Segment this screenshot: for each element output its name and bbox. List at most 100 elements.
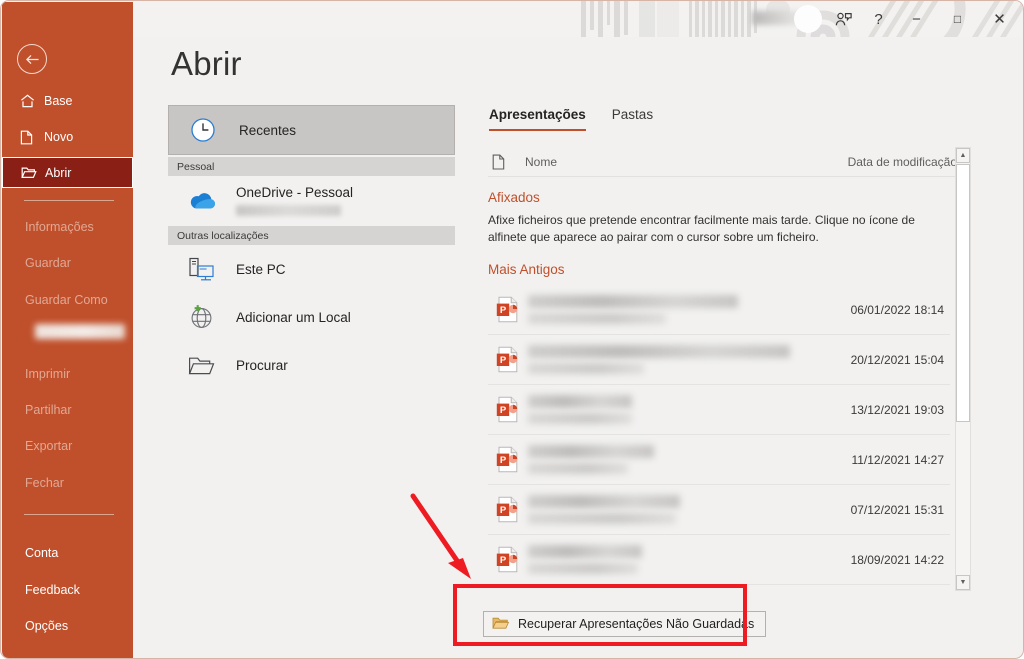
- help-glyph: ?: [874, 10, 883, 28]
- sidebar-item-label: Opções: [25, 619, 69, 633]
- sidebar-item-abrir[interactable]: Abrir: [2, 157, 133, 188]
- sidebar-item-partilhar[interactable]: Partilhar: [2, 395, 133, 425]
- onedrive-account-redacted: [236, 204, 341, 216]
- places-group-pessoal: Pessoal: [168, 157, 455, 176]
- sidebar-item-exportar[interactable]: Exportar: [2, 431, 133, 461]
- sidebar-item-label: Base: [44, 94, 73, 108]
- sidebar-item-label: Informações: [25, 220, 94, 234]
- clock-icon: [187, 117, 218, 143]
- sidebar-item-guardar[interactable]: Guardar: [2, 248, 133, 278]
- table-row[interactable]: P 13/12/2021 19:03: [488, 385, 950, 435]
- place-label: Recentes: [239, 122, 297, 138]
- scroll-up-icon[interactable]: ▲: [956, 148, 970, 163]
- powerpoint-file-icon: P: [488, 346, 528, 373]
- powerpoint-file-icon: P: [488, 396, 528, 423]
- sidebar-item-imprimir[interactable]: Imprimir: [2, 359, 133, 389]
- places-panel: Recentes Pessoal OneDrive - Pessoal Outr…: [168, 105, 455, 389]
- sidebar-divider-top: [24, 200, 114, 201]
- svg-text:P: P: [500, 355, 507, 366]
- scroll-down-icon[interactable]: ▼: [956, 575, 970, 590]
- annotation-arrow: [410, 493, 471, 579]
- file-name-redacted: [528, 445, 851, 474]
- sidebar-item-guardar-como[interactable]: Guardar Como: [2, 285, 133, 315]
- sidebar-item-base[interactable]: Base: [2, 86, 133, 116]
- svg-text:P: P: [500, 305, 507, 316]
- sidebar-divider-bottom: [24, 514, 114, 515]
- sidebar-item-label: Guardar: [25, 256, 71, 270]
- sidebar-item-label: Imprimir: [25, 367, 71, 381]
- minimize-icon[interactable]: −: [894, 1, 939, 37]
- title-bar: ? − □ ✕: [1, 1, 1023, 37]
- svg-text:P: P: [500, 555, 507, 566]
- sidebar-item-informacoes[interactable]: Informações: [2, 212, 133, 242]
- sidebar-item-novo[interactable]: Novo: [2, 122, 133, 152]
- table-row[interactable]: P 18/09/2021 14:22: [488, 535, 950, 585]
- browse-folder-icon: [186, 355, 217, 376]
- powerpoint-file-icon: P: [488, 446, 528, 473]
- tab-apresentacoes[interactable]: Apresentações: [489, 107, 586, 131]
- place-label: OneDrive - Pessoal: [236, 184, 354, 200]
- place-adicionar-local[interactable]: Adicionar um Local: [168, 293, 455, 341]
- file-icon: [488, 154, 525, 170]
- avatar[interactable]: [794, 5, 822, 33]
- sidebar-item-label: Abrir: [45, 165, 72, 180]
- sidebar-item-redacted[interactable]: [35, 324, 125, 339]
- powerpoint-backstage-window: ? − □ ✕ Base Novo Abrir Informações Guar…: [0, 0, 1024, 659]
- places-group-outras: Outras localizações: [168, 226, 455, 245]
- sidebar-item-label: Fechar: [25, 476, 64, 490]
- column-headers: Nome Data de modificação: [488, 148, 960, 177]
- file-date: 11/12/2021 14:27: [851, 452, 944, 467]
- sidebar-item-label: Conta: [25, 546, 59, 560]
- svg-text:P: P: [500, 405, 507, 416]
- add-place-globe-icon: [186, 304, 217, 330]
- maximize-icon[interactable]: □: [935, 1, 980, 37]
- file-list-scrollbar[interactable]: ▲ ▼: [955, 147, 971, 591]
- file-name-redacted: [528, 545, 851, 574]
- places-group-label: Pessoal: [177, 160, 215, 173]
- sidebar-item-label: Exportar: [25, 439, 73, 453]
- tab-pastas[interactable]: Pastas: [612, 107, 653, 131]
- table-row[interactable]: P 11/12/2021 14:27: [488, 435, 950, 485]
- file-name-redacted: [528, 395, 851, 424]
- sidebar-item-fechar[interactable]: Fechar: [2, 468, 133, 498]
- pinned-description: Afixe ficheiros que pretende encontrar f…: [488, 213, 915, 244]
- place-onedrive[interactable]: OneDrive - Pessoal: [168, 176, 455, 224]
- table-row[interactable]: P 20/12/2021 15:04: [488, 335, 950, 385]
- sidebar-item-feedback[interactable]: Feedback: [2, 575, 133, 605]
- file-date: 18/09/2021 14:22: [850, 552, 944, 567]
- minimize-glyph: −: [912, 10, 921, 28]
- file-date: 20/12/2021 15:04: [850, 352, 944, 367]
- table-row[interactable]: P 07/12/2021 15:31: [488, 485, 950, 535]
- powerpoint-file-icon: P: [488, 496, 528, 523]
- backstage-sidebar: Base Novo Abrir Informações Guardar Guar…: [2, 2, 133, 658]
- place-procurar[interactable]: Procurar: [168, 341, 455, 389]
- sidebar-item-opcoes[interactable]: Opções: [2, 611, 133, 641]
- powerpoint-file-icon: P: [488, 296, 528, 323]
- back-button[interactable]: [17, 44, 47, 74]
- file-date: 07/12/2021 15:31: [850, 502, 944, 517]
- open-folder-icon: [492, 616, 510, 633]
- home-icon: [20, 94, 44, 108]
- scrollbar-thumb[interactable]: [956, 164, 970, 422]
- places-group-label: Outras localizações: [177, 229, 269, 242]
- close-glyph: ✕: [993, 11, 1006, 28]
- file-date: 13/12/2021 19:03: [850, 402, 944, 417]
- file-name-redacted: [528, 495, 851, 524]
- recover-unsaved-presentations-button[interactable]: Recuperar Apresentações Não Guardadas: [483, 611, 767, 637]
- column-header-nome[interactable]: Nome: [525, 155, 848, 169]
- sidebar-item-conta[interactable]: Conta: [2, 538, 133, 568]
- onedrive-cloud-icon: [186, 191, 217, 210]
- place-este-pc[interactable]: Este PC: [168, 245, 455, 293]
- sidebar-item-label: Feedback: [25, 583, 80, 597]
- place-label: Este PC: [236, 261, 286, 277]
- sidebar-item-label: Novo: [44, 130, 74, 144]
- file-pane: Apresentações Pastas Nome Data de modifi…: [488, 107, 960, 585]
- recover-button-label: Recuperar Apresentações Não Guardadas: [518, 617, 755, 631]
- table-row[interactable]: P 06/01/2022 18:14: [488, 285, 950, 335]
- place-recentes[interactable]: Recentes: [168, 105, 455, 155]
- place-label: Adicionar um Local: [236, 309, 351, 325]
- column-header-data[interactable]: Data de modificação: [848, 155, 960, 169]
- close-icon[interactable]: ✕: [977, 1, 1022, 37]
- this-pc-icon: [186, 256, 217, 283]
- svg-text:P: P: [500, 455, 507, 466]
